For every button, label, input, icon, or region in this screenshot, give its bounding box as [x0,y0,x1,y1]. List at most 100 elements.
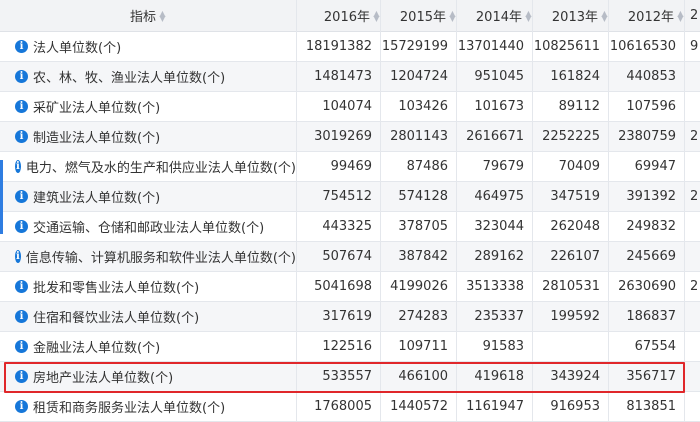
value-cell: 533557 [322,369,372,384]
info-icon[interactable]: i [15,400,28,413]
info-icon[interactable]: i [15,310,28,323]
sort-icon[interactable]: ▲ ▼ [373,9,380,22]
info-icon[interactable]: i [15,190,28,203]
header-year-partial[interactable]: 2 [684,0,700,31]
header-year-label: 2016年 [323,10,370,25]
value-cell: 356717 [626,369,676,384]
table-row: i 农、林、牧、渔业法人单位数(个) 1481473 1204724 951045… [0,62,700,92]
header-year-label: 2013年 [551,10,598,25]
header-indicator-label: 指标 [129,10,156,25]
value-cell: 1768005 [314,399,372,414]
row-label: 信息传输、计算机服务和软件业法人单位数(个) [25,251,296,266]
value-cell [532,332,608,361]
value-cell: 1204724 [390,69,448,84]
row-label: 批发和零售业法人单位数(个) [33,281,200,296]
value-cell: 10825611 [533,39,600,54]
header-year-2015[interactable]: 2015年 ▲ ▼ [380,0,456,31]
value-cell: 3019269 [314,129,372,144]
value-cell-partial [684,332,700,361]
header-year-2014[interactable]: 2014年 ▲ ▼ [456,0,532,31]
value-cell: 87486 [406,159,448,174]
value-cell: 13701440 [457,39,524,54]
sort-icon[interactable]: ▲ ▼ [159,9,166,22]
value-cell: 378705 [398,219,448,234]
info-icon[interactable]: i [15,220,28,233]
column-divider [296,0,297,421]
value-cell-partial [684,392,700,421]
value-cell-partial: 2 [684,182,700,211]
header-year-2016[interactable]: 2016年 ▲ ▼ [296,0,380,31]
info-icon[interactable]: i [15,280,28,293]
header-year-label: 2015年 [399,10,446,25]
value-cell: 574128 [398,189,448,204]
value-cell: 235337 [474,309,524,324]
table-row: i 金融业法人单位数(个) 122516 109711 91583 67554 [0,332,700,362]
row-label: 建筑业法人单位数(个) [33,191,161,206]
value-cell: 99469 [330,159,372,174]
header-indicator[interactable]: 指标 ▲ ▼ [0,0,296,31]
value-cell: 2801143 [390,129,448,144]
row-label: 电力、燃气及水的生产和供应业法人单位数(个) [25,161,296,176]
value-cell-partial: 9 [684,32,700,61]
partial-value: 2 [690,279,699,294]
value-cell: 104074 [322,99,372,114]
table-header: 指标 ▲ ▼ 2016年 ▲ ▼ 2015年 ▲ ▼ 2014年 ▲ ▼ 2013年 ▲… [0,0,700,32]
row-label-cell: i 信息传输、计算机服务和软件业法人单位数(个) [0,242,296,271]
value-cell: 916953 [550,399,600,414]
header-year-partial-label: 2 [690,8,699,23]
row-label-cell: i 住宿和餐饮业法人单位数(个) [0,302,296,331]
value-cell: 89112 [558,99,600,114]
table-row: i 交通运输、仓储和邮政业法人单位数(个) 443325 378705 32304… [0,212,700,242]
sort-icon[interactable]: ▲ ▼ [525,9,532,22]
info-icon[interactable]: i [15,370,28,383]
value-cell: 262048 [550,219,600,234]
value-cell: 347519 [550,189,600,204]
row-label-cell: i 房地产业法人单位数(个) [0,362,296,391]
partial-value: 2 [690,129,699,144]
value-cell: 317619 [322,309,372,324]
value-cell: 10616530 [609,39,676,54]
value-cell: 186837 [626,309,676,324]
row-label-cell: i 电力、燃气及水的生产和供应业法人单位数(个) [0,152,296,181]
sort-icon[interactable]: ▲ ▼ [601,9,608,22]
value-cell: 199592 [550,309,600,324]
info-icon[interactable]: i [15,250,21,263]
value-cell: 79679 [482,159,524,174]
sort-icon[interactable]: ▲ ▼ [449,9,456,22]
header-year-2012[interactable]: 2012年 ▲ ▼ [608,0,684,31]
table-row: i 制造业法人单位数(个) 3019269 2801143 2616671 225… [0,122,700,152]
value-cell: 1161947 [466,399,524,414]
value-cell: 754512 [322,189,372,204]
table-row: i 住宿和餐饮业法人单位数(个) 317619 274283 235337 199… [0,302,700,332]
row-label: 租赁和商务服务业法人单位数(个) [33,401,226,416]
info-icon[interactable]: i [15,130,28,143]
value-cell: 226107 [550,249,600,264]
value-cell-partial [684,302,700,331]
info-icon[interactable]: i [15,340,28,353]
row-label: 金融业法人单位数(个) [33,341,161,356]
row-label: 采矿业法人单位数(个) [33,101,161,116]
value-cell: 440853 [626,69,676,84]
partial-value: 2 [690,189,699,204]
value-cell: 70409 [558,159,600,174]
header-year-2013[interactable]: 2013年 ▲ ▼ [532,0,608,31]
table-row: i 采矿业法人单位数(个) 104074 103426 101673 89112 … [0,92,700,122]
value-cell-partial [684,362,700,391]
value-cell-partial [684,62,700,91]
table-row: i 建筑业法人单位数(个) 754512 574128 464975 347519… [0,182,700,212]
column-divider [456,0,457,421]
value-cell: 507674 [322,249,372,264]
sort-icon[interactable]: ▲ ▼ [677,9,684,22]
info-icon[interactable]: i [15,70,28,83]
value-cell: 813851 [626,399,676,414]
column-divider [532,0,533,421]
info-icon[interactable]: i [15,160,21,173]
value-cell: 91583 [482,339,524,354]
info-icon[interactable]: i [15,100,28,113]
column-divider [608,0,609,421]
value-cell: 387842 [398,249,448,264]
value-cell: 466100 [398,369,448,384]
info-icon[interactable]: i [15,40,28,53]
value-cell: 2810531 [542,279,600,294]
value-cell: 101673 [474,99,524,114]
